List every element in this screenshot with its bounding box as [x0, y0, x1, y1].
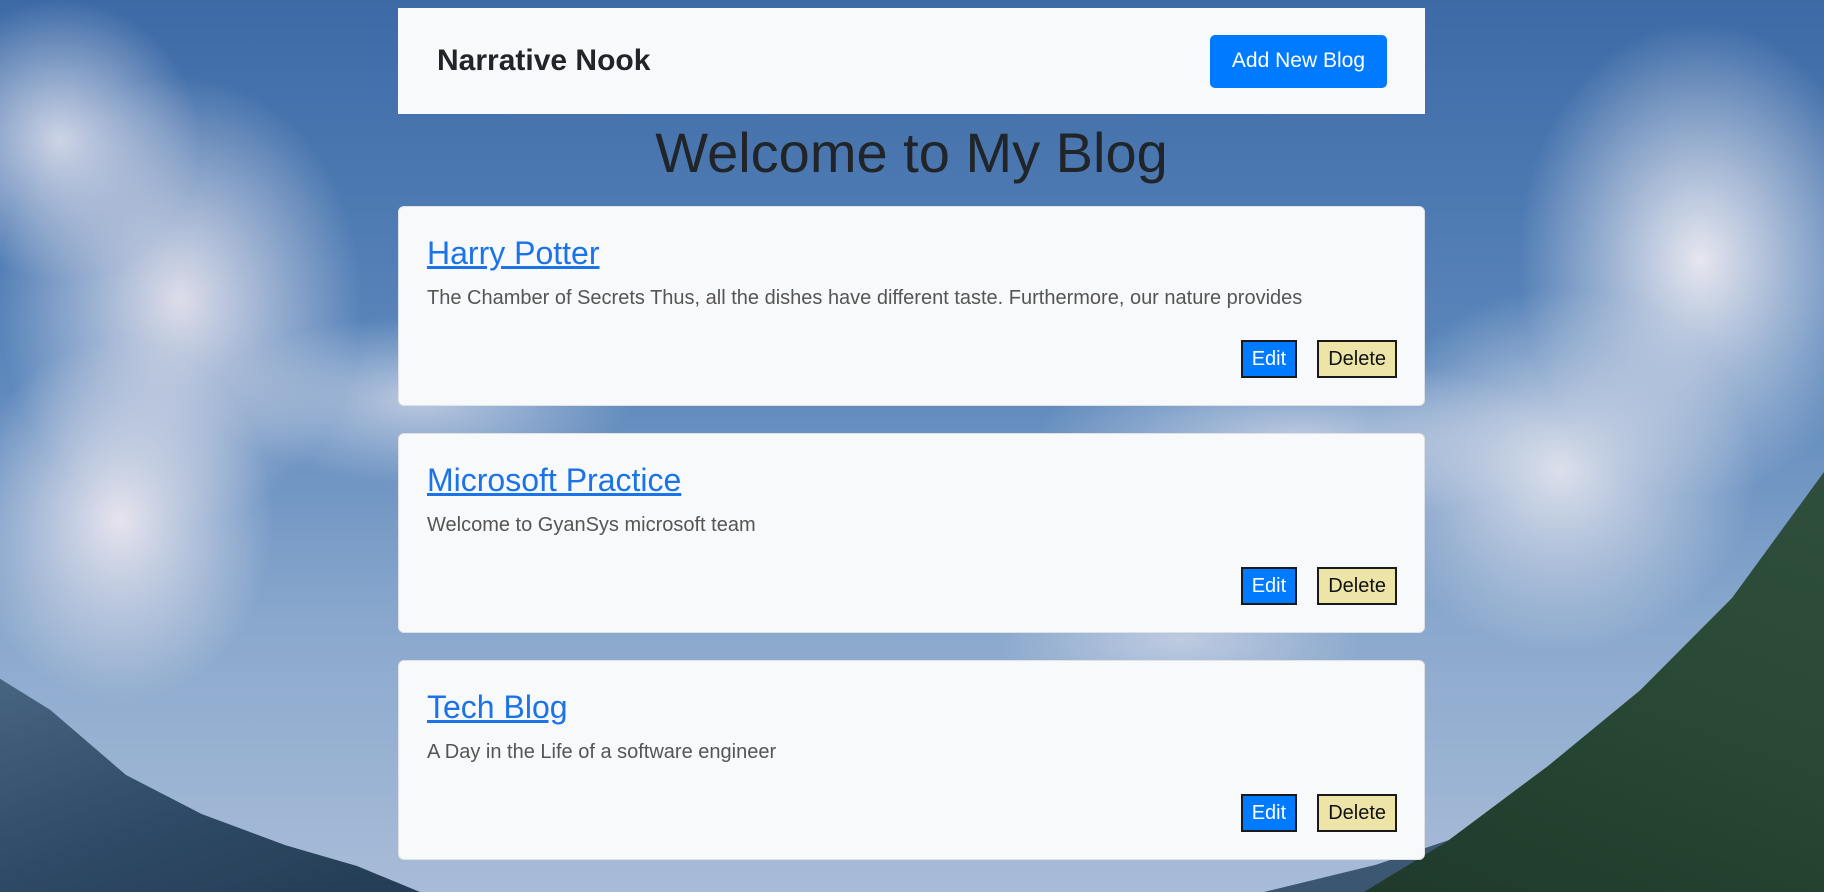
- blog-excerpt: The Chamber of Secrets Thus, all the dis…: [427, 287, 1303, 309]
- blog-card: Microsoft Practice Welcome to GyanSys mi…: [398, 433, 1425, 633]
- edit-button[interactable]: Edit: [1240, 340, 1298, 378]
- blog-actions: Edit Delete: [1240, 567, 1397, 605]
- add-new-blog-button[interactable]: Add New Blog: [1209, 34, 1387, 88]
- delete-button[interactable]: Delete: [1317, 794, 1397, 832]
- page-container: Narrative Nook Add New Blog Welcome to M…: [398, 8, 1425, 887]
- blog-card: Tech Blog A Day in the Life of a softwar…: [398, 660, 1425, 860]
- blog-excerpt: Welcome to GyanSys microsoft team: [427, 514, 756, 536]
- blog-title-link[interactable]: Microsoft Practice: [427, 460, 681, 500]
- blog-actions: Edit Delete: [1240, 340, 1397, 378]
- brand-title[interactable]: Narrative Nook: [437, 44, 650, 78]
- blog-excerpt: A Day in the Life of a software engineer: [427, 741, 777, 763]
- blog-actions: Edit Delete: [1240, 794, 1397, 832]
- navbar: Narrative Nook Add New Blog: [398, 8, 1425, 114]
- delete-button[interactable]: Delete: [1317, 340, 1397, 378]
- mountain-left: [0, 678, 420, 892]
- blog-card: Harry Potter The Chamber of Secrets Thus…: [398, 206, 1425, 406]
- mountain-right: [1364, 472, 1824, 892]
- page-title: Welcome to My Blog: [655, 121, 1168, 184]
- blog-title-link[interactable]: Tech Blog: [427, 687, 568, 727]
- delete-button[interactable]: Delete: [1317, 567, 1397, 605]
- edit-button[interactable]: Edit: [1240, 567, 1298, 605]
- blog-title-link[interactable]: Harry Potter: [427, 233, 599, 273]
- edit-button[interactable]: Edit: [1240, 794, 1298, 832]
